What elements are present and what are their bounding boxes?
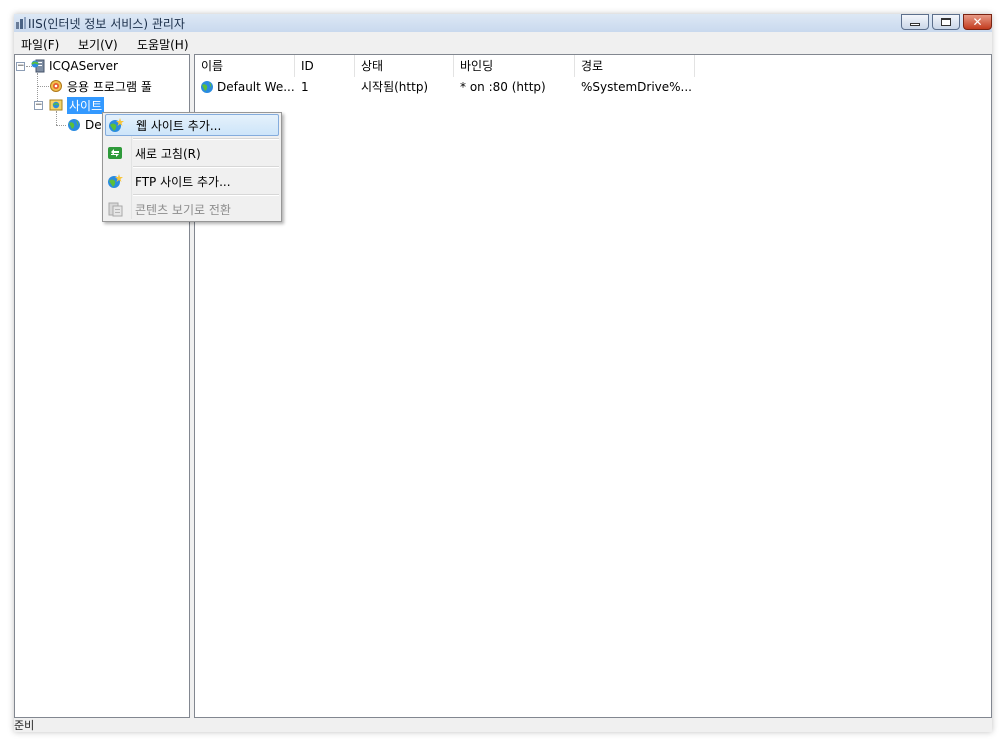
column-header-name[interactable]: 이름 xyxy=(195,55,295,77)
tree-node-default-site[interactable]: De xyxy=(67,117,102,133)
tree-label-default-site: De xyxy=(85,118,102,132)
globe-icon xyxy=(68,119,80,131)
title-bar[interactable]: IIS(인터넷 정보 서비스) 관리자 ✕ xyxy=(14,14,992,32)
maximize-icon xyxy=(941,18,951,26)
tree-node-app-pools[interactable]: 응용 프로그램 풀 xyxy=(49,78,152,94)
iis-app-icon xyxy=(16,17,26,29)
tree-node-server[interactable]: − ICQAServer xyxy=(15,58,118,74)
menu-item-label: 웹 사이트 추가... xyxy=(136,118,222,133)
menu-bar: 파일(F) 보기(V) 도움말(H) xyxy=(14,32,992,54)
close-icon: ✕ xyxy=(972,15,983,29)
maximize-button[interactable] xyxy=(932,14,960,30)
status-text: 준비 xyxy=(14,719,35,732)
sites-context-menu: 웹 사이트 추가... 새로 고침(R) FTP 사이트 추가... 콘텐츠 보… xyxy=(102,112,282,222)
menu-item-add-website[interactable]: 웹 사이트 추가... xyxy=(105,114,279,136)
collapse-toggle-icon[interactable]: − xyxy=(16,62,25,71)
minimize-icon xyxy=(910,23,920,26)
menu-item-refresh[interactable]: 새로 고침(R) xyxy=(105,142,279,164)
app-pool-icon xyxy=(50,80,62,92)
tree-label-sites: 사이트 xyxy=(67,96,105,114)
tree-label-app-pools: 응용 프로그램 풀 xyxy=(67,79,152,94)
server-icon xyxy=(31,59,45,73)
column-header-path[interactable]: 경로 xyxy=(575,55,695,77)
cell-binding: * on :80 (http) xyxy=(460,80,546,94)
cell-id: 1 xyxy=(301,80,309,94)
cell-path: %SystemDrive%... xyxy=(581,80,692,94)
column-header-status[interactable]: 상태 xyxy=(355,55,454,77)
menu-item-add-ftp-site[interactable]: FTP 사이트 추가... xyxy=(105,170,279,192)
cell-status: 시작됨(http) xyxy=(361,80,429,94)
menu-file[interactable]: 파일(F) xyxy=(21,36,59,53)
window-title: IIS(인터넷 정보 서비스) 관리자 xyxy=(28,17,185,31)
sites-folder-icon xyxy=(49,99,63,111)
menu-item-label: 새로 고침(R) xyxy=(135,146,201,161)
add-website-icon xyxy=(109,118,124,132)
tree-node-sites[interactable]: − 사이트 xyxy=(15,96,105,114)
collapse-toggle-icon[interactable]: − xyxy=(34,101,43,110)
menu-help[interactable]: 도움말(H) xyxy=(137,36,189,53)
menu-item-switch-to-content-view[interactable]: 콘텐츠 보기로 전환 xyxy=(105,198,279,220)
status-bar: 준비 xyxy=(14,720,992,732)
add-ftp-site-icon xyxy=(108,174,123,188)
menu-view[interactable]: 보기(V) xyxy=(78,36,118,53)
content-view-icon xyxy=(108,202,123,217)
menu-item-label: 콘텐츠 보기로 전환 xyxy=(135,202,231,217)
refresh-icon xyxy=(108,147,122,159)
close-button[interactable]: ✕ xyxy=(963,14,992,30)
column-header-id[interactable]: ID xyxy=(295,55,355,77)
tree-label-server: ICQAServer xyxy=(49,59,118,73)
sites-list-view[interactable]: 이름 ID 상태 바인딩 경로 Default We... 1 시작됨(http… xyxy=(194,54,992,718)
minimize-button[interactable] xyxy=(901,14,929,30)
column-header-binding[interactable]: 바인딩 xyxy=(454,55,575,77)
cell-name: Default We... xyxy=(217,80,295,94)
menu-item-label: FTP 사이트 추가... xyxy=(135,174,231,189)
